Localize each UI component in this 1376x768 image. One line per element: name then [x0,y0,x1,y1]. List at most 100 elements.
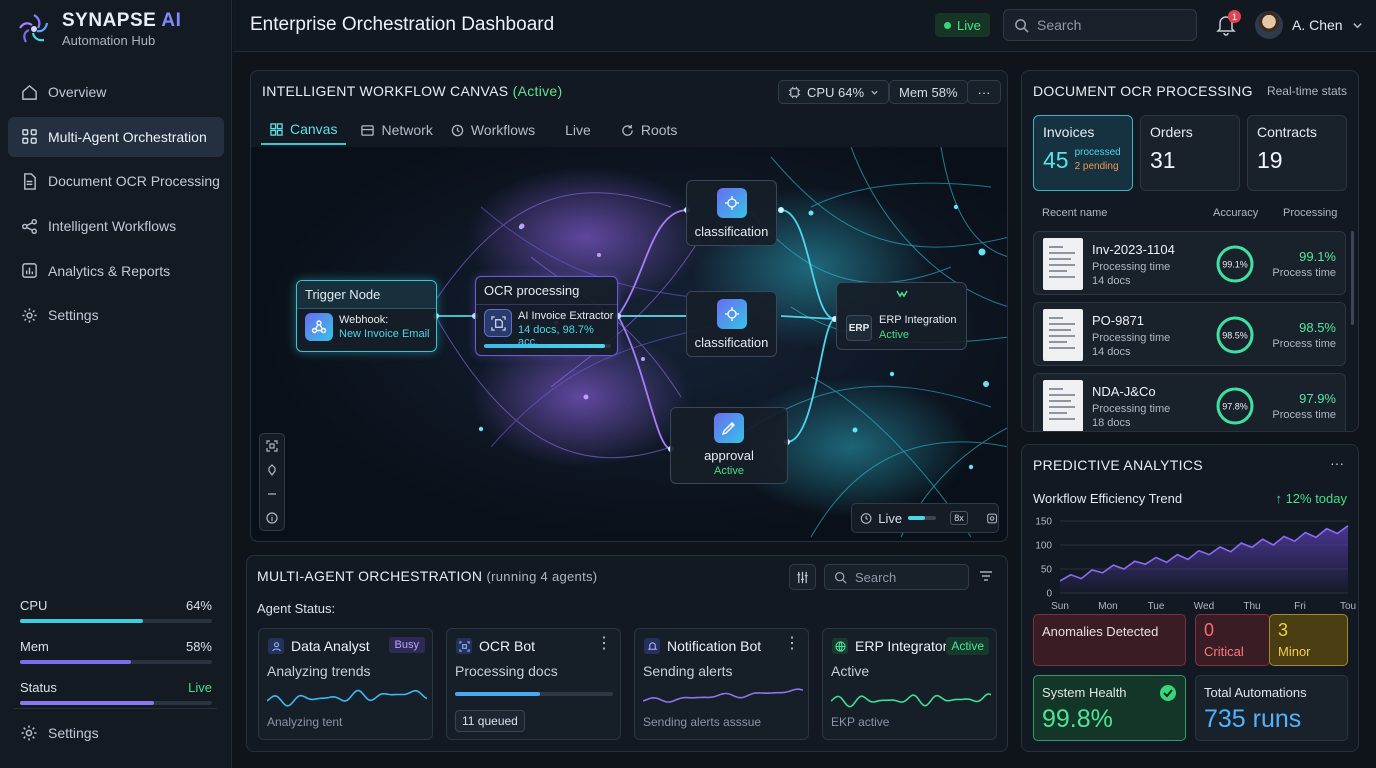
sidebar-settings-button[interactable]: Settings [20,724,99,742]
sidebar-item-overview[interactable]: Overview [8,72,224,112]
sidebar-item-multi-agent[interactable]: Multi-Agent Orchestration [8,116,224,157]
cpu-select[interactable]: CPU 64% [778,80,890,104]
live-playback-control: Live 8x [851,503,999,533]
status-bar [20,701,212,705]
settings-label: Settings [48,725,99,741]
agent-name: Data Analyst [291,638,370,654]
live-slider[interactable] [908,516,937,520]
brand-logo-icon [19,14,49,43]
erp-line2: Active [879,329,909,341]
agent-card-data-analyst[interactable]: Data Analyst Busy Analyzing trends Analy… [258,628,433,740]
agent-activity: Active [831,663,870,679]
ocr-processing-node[interactable]: OCR processing AI Invoice Extractor 14 d… [475,276,618,356]
classification-label: classification [694,335,769,350]
settings-small-icon[interactable] [986,512,998,525]
trigger-node[interactable]: Trigger Node Webhook: New Invoice Email [296,280,437,352]
sidebar-item-settings[interactable]: Settings [8,295,224,335]
canvas-tabs: Canvas Network Workflows Live Roots [261,115,686,145]
check-circle-icon [1160,685,1176,701]
minor-card[interactable]: 3 Minor [1269,614,1348,666]
document-row[interactable]: NDA-J&Co Processing time 18 docs 97.8% 97.9%… [1033,373,1346,431]
agent-card-notification-bot[interactable]: Notification Bot ⋮ Sending alerts Sendin… [634,628,809,740]
x-tick-label: Tue [1148,601,1165,612]
tab-label: Roots [640,122,678,138]
chip-icon [788,86,801,98]
sidebar-item-workflows[interactable]: Intelligent Workflows [8,206,224,246]
document-thumbnail [1043,238,1083,290]
avatar [1255,11,1283,39]
notification-badge: 1 [1228,10,1241,23]
info-icon[interactable] [266,512,278,524]
anomalies-card[interactable]: Anomalies Detected [1033,614,1186,666]
document-icon [20,172,38,190]
sidebar-item-ocr[interactable]: Document OCR Processing [8,161,224,201]
filter-sliders-button[interactable] [789,564,816,590]
document-list: Inv-2023-1104 Processing time 14 docs 99.1%… [1022,71,1360,431]
canvas-state: (Active) [512,83,563,99]
document-name: NDA-J&Co [1092,384,1156,399]
approval-node[interactable]: approval Active [670,407,788,484]
global-search-input[interactable]: Search [1003,9,1197,41]
canvas-toolbar [259,433,285,531]
document-thumbnail [1043,309,1083,361]
system-health-card[interactable]: System Health 99.8% [1033,675,1186,741]
tab-network[interactable]: Network [352,115,441,145]
kebab-menu-icon[interactable]: ⋮ [596,636,612,652]
total-automations-card[interactable]: Total Automations 735 runs [1195,675,1348,741]
mem-pill-label: Mem 58% [899,84,958,100]
fit-view-icon[interactable] [266,440,278,452]
grid-icon [20,128,38,146]
document-name: Inv-2023-1104 [1092,242,1175,257]
chevron-down-icon [871,90,878,95]
agent-card-erp-integrator[interactable]: ERP Integrator Active Active EKP active [822,628,997,740]
live-status-badge[interactable]: Live [935,13,990,37]
trend-indicator: ↑ 12% today [1275,491,1347,506]
mem-pill[interactable]: Mem 58% [889,80,968,104]
document-row[interactable]: PO-9871 Processing time 14 docs 98.5% 98.5% P… [1033,302,1346,366]
predictive-title: PREDICTIVE ANALYTICS [1033,457,1203,473]
cpu-bar [20,619,212,623]
tab-canvas[interactable]: Canvas [261,115,347,145]
classification-node-1[interactable]: classification [686,180,777,246]
tab-workflows[interactable]: Workflows [442,115,544,145]
canvas-more-button[interactable]: ··· [967,80,1001,104]
document-thumbnail [1043,380,1083,431]
approval-label: approval [704,448,754,463]
y-tick-label: 0 [1046,589,1052,600]
cpu-label: CPU [20,598,48,613]
speed-button[interactable]: 8x [950,511,968,525]
agent-badge-active: Active [946,637,989,655]
erp-tag: ERP [846,315,872,341]
classification-node-2[interactable]: classification [686,291,777,357]
kebab-menu-icon[interactable]: ⋮ [784,636,800,652]
agent-sparkline [267,689,427,707]
agent-search-input[interactable]: Search [824,564,969,590]
tab-live[interactable]: Live [556,115,600,145]
gear-icon [20,306,38,324]
user-menu[interactable]: A. Chen [1255,11,1363,39]
user-icon [268,638,284,654]
share-icon [20,217,38,235]
erp-integration-node[interactable]: ERP ERP Integration Active [836,282,967,350]
pan-icon[interactable] [266,464,278,476]
predictive-more-button[interactable]: ··· [1330,455,1344,471]
agent-card-ocr-bot[interactable]: OCR Bot ⋮ Processing docs 11 queued [446,628,621,740]
chart-title: Workflow Efficiency Trend [1033,491,1183,506]
agent-activity: Processing docs [455,663,558,679]
filter-icon[interactable] [979,569,993,583]
document-row[interactable]: Inv-2023-1104 Processing time 14 docs 99.1%… [1033,231,1346,295]
tab-label: Workflows [470,122,536,138]
document-list-scrollbar[interactable] [1351,231,1354,325]
accuracy-ring: 97.8% [1216,387,1254,425]
tab-roots[interactable]: Roots [612,115,687,145]
critical-card[interactable]: 0 Critical [1195,614,1270,666]
zoom-out-icon[interactable] [266,488,278,500]
tab-label: Live [565,122,591,138]
agent-name: ERP Integrator [855,638,948,654]
brand[interactable]: SYNAPSE AI Automation Hub [16,10,181,48]
webhook-icon [305,313,333,341]
efficiency-chart: 0 50 100 150 Sun Mon Tue Wed Thu Fri Tou [1035,517,1356,613]
brand-subtitle: Automation Hub [62,33,156,48]
sidebar-item-analytics[interactable]: Analytics & Reports [8,251,224,291]
automations-value: 735 runs [1204,705,1302,733]
